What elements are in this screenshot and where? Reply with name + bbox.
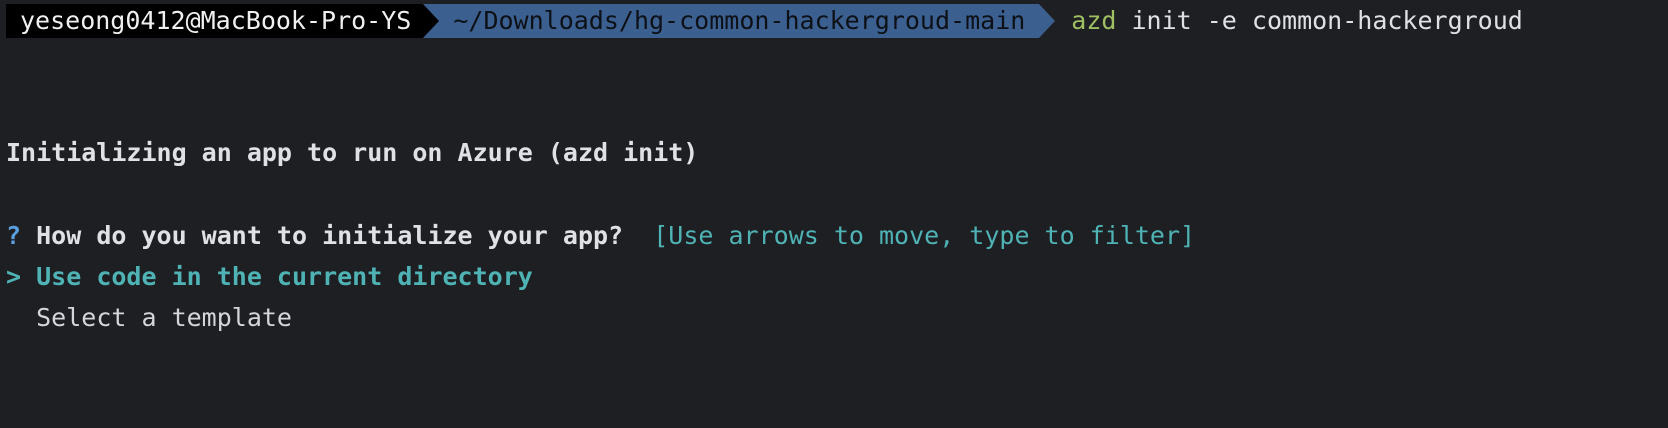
option-use-current-directory[interactable]: > Use code in the current directory — [6, 260, 533, 294]
powerline-arrow-icon — [423, 4, 440, 38]
prompt-line: yeseong0412@MacBook-Pro-YS ~/Downloads/h… — [6, 4, 1523, 38]
question-line: ? How do you want to initialize your app… — [6, 219, 1195, 253]
command-name: azd — [1071, 6, 1117, 35]
option-label: Use code in the current directory — [36, 262, 533, 291]
option-marker — [6, 303, 36, 332]
option-label: Select a template — [36, 303, 292, 332]
powerline-arrow-icon — [1039, 4, 1056, 38]
question-hint: [Use arrows to move, type to filter] — [623, 221, 1196, 250]
command-args: init -e common-hackergroud — [1116, 6, 1523, 35]
question-text: How do you want to initialize your app? — [21, 221, 624, 250]
terminal-window[interactable]: yeseong0412@MacBook-Pro-YS ~/Downloads/h… — [0, 0, 1668, 428]
prompt-path-segment: ~/Downloads/hg-common-hackergroud-main — [439, 4, 1040, 38]
question-mark-icon: ? — [6, 221, 22, 250]
option-select-template[interactable]: Select a template — [6, 301, 292, 335]
prompt-host-segment: yeseong0412@MacBook-Pro-YS — [6, 4, 424, 38]
selection-cursor-icon: > — [6, 262, 37, 291]
output-heading: Initializing an app to run on Azure (azd… — [6, 138, 699, 167]
command-text: azd init -e common-hackergroud — [1055, 4, 1523, 38]
